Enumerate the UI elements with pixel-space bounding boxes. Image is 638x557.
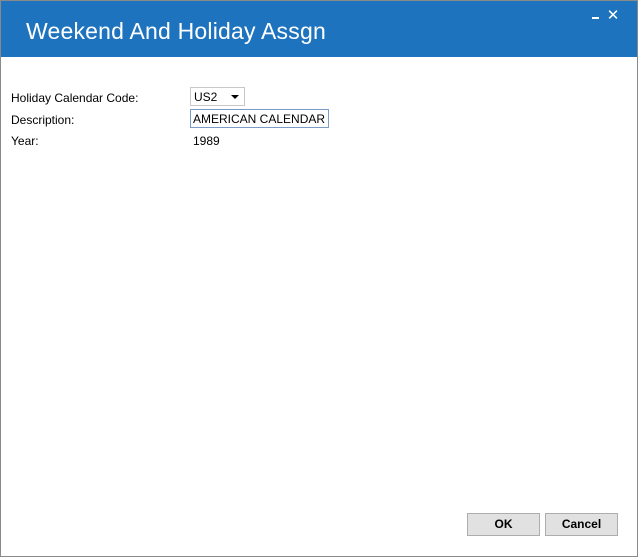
description-label: Description:: [11, 113, 75, 127]
title-bar: Weekend And Holiday Assgn ✕: [1, 1, 637, 57]
year-label: Year:: [11, 134, 39, 148]
cancel-button[interactable]: Cancel: [545, 513, 618, 536]
window-title: Weekend And Holiday Assgn: [26, 18, 326, 44]
chevron-down-icon: [231, 95, 239, 99]
year-value: 1989: [193, 134, 220, 148]
holiday-calendar-code-dropdown[interactable]: US2: [190, 87, 245, 106]
ok-button[interactable]: OK: [467, 513, 540, 536]
holiday-calendar-code-value: US2: [194, 90, 218, 104]
dialog-window: Weekend And Holiday Assgn ✕ Holiday Cale…: [0, 0, 638, 557]
holiday-calendar-code-label: Holiday Calendar Code:: [11, 91, 139, 105]
minimize-icon: [592, 17, 599, 19]
close-icon: ✕: [606, 7, 620, 24]
description-field[interactable]: [190, 109, 329, 128]
minimize-button[interactable]: [586, 7, 604, 25]
close-button[interactable]: ✕: [604, 7, 622, 25]
